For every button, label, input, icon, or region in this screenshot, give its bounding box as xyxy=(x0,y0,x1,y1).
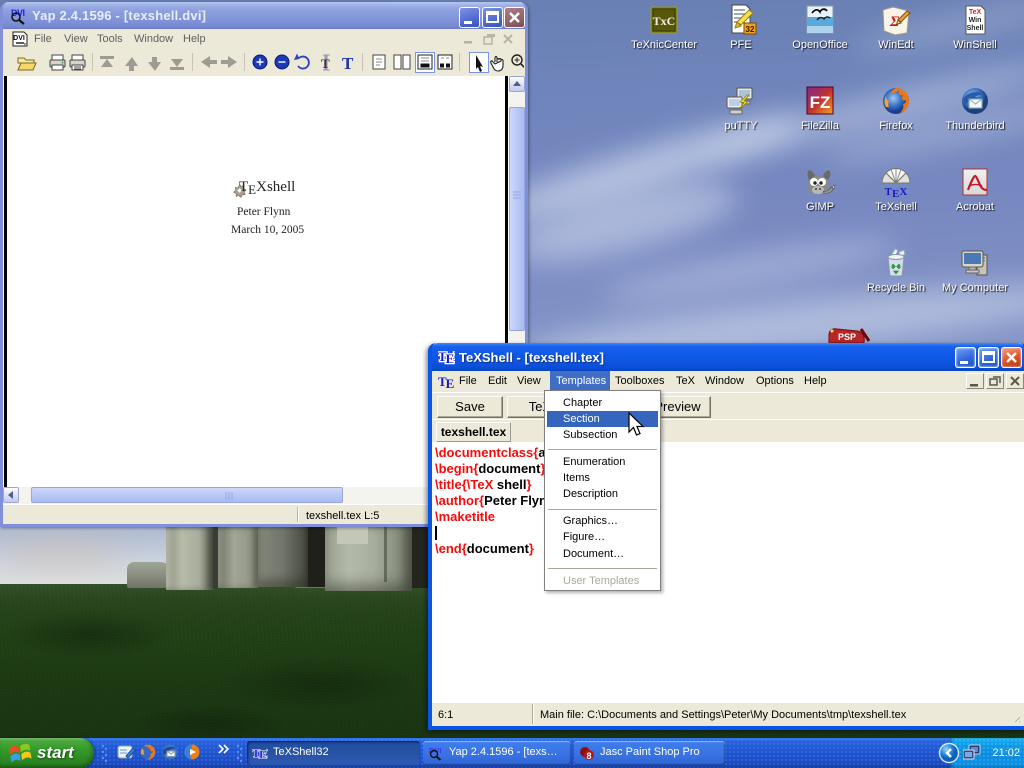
svg-text:TEX: TEX xyxy=(438,349,455,365)
svg-text:TEX: TEX xyxy=(438,374,454,389)
svg-text:DVI: DVI xyxy=(13,35,25,42)
svg-text:TeX: TeX xyxy=(969,9,982,16)
svg-text:T: T xyxy=(342,54,354,73)
svg-text:8: 8 xyxy=(586,751,591,761)
svg-text:TEX: TEX xyxy=(252,746,268,761)
svg-text:TEX: TEX xyxy=(885,186,908,198)
svg-text:TxC: TxC xyxy=(653,14,676,28)
svg-text:T: T xyxy=(321,56,330,71)
svg-text:FZ: FZ xyxy=(810,93,831,112)
svg-text:Shell: Shell xyxy=(967,25,984,32)
svg-text:PSP: PSP xyxy=(838,332,856,342)
svg-text:Win: Win xyxy=(969,17,982,24)
svg-text:32: 32 xyxy=(746,25,755,34)
